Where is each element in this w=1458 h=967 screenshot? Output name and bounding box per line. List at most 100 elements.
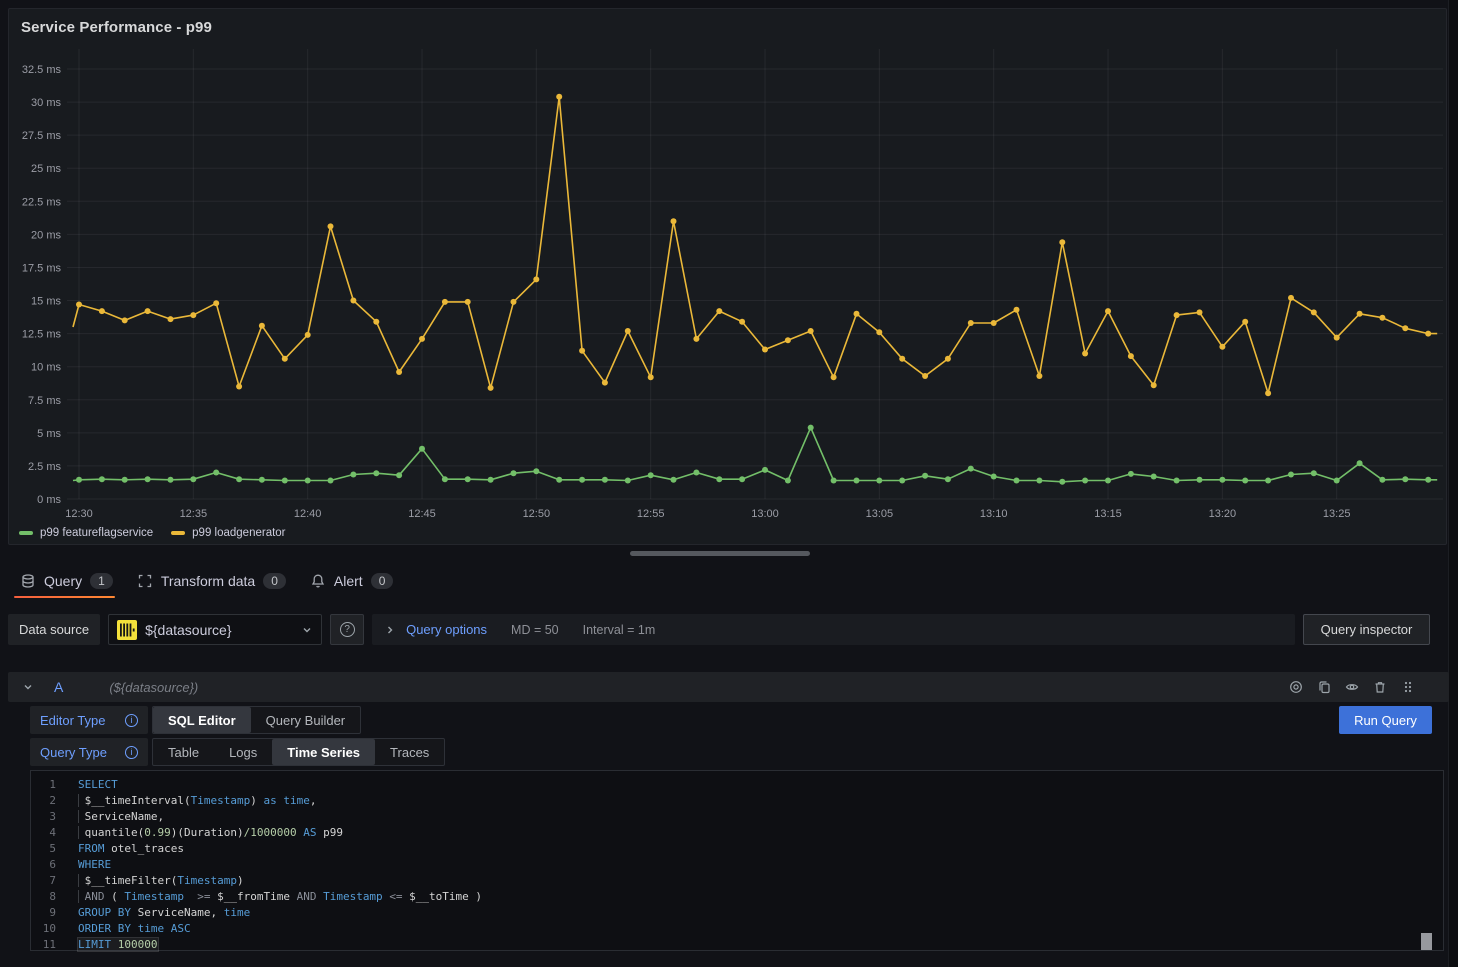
data-point [1402,476,1408,482]
data-point [945,356,951,362]
query-row-header[interactable]: A (${datasource}) [8,672,1449,702]
data-point [1082,478,1088,484]
code-line: 7 $__timeFilter(Timestamp) [31,873,1443,889]
line-number: 5 [31,842,56,855]
run-query-button[interactable]: Run Query [1339,706,1432,734]
data-point [145,308,151,314]
data-point [259,323,265,329]
data-point [1151,382,1157,388]
tab-transform-data[interactable]: Transform data 0 [125,563,298,599]
data-point [1357,311,1363,317]
data-point [76,477,82,483]
data-point [419,446,425,452]
data-point [350,472,356,478]
info-icon[interactable]: i [125,746,138,759]
query-options-md: MD = 50 [511,623,559,637]
query-actions [1289,680,1415,694]
collapse-chevron-icon[interactable] [22,681,34,693]
data-point [465,299,471,305]
data-point [1128,471,1134,477]
data-point [1242,478,1248,484]
info-icon[interactable]: i [125,714,138,727]
data-point [1128,353,1134,359]
editor-type-label: Editor Type [40,713,106,728]
tab-query[interactable]: Query 1 [8,563,125,599]
segment-traces[interactable]: Traces [375,739,444,765]
x-tick-label: 12:50 [523,508,551,520]
code-line: 1SELECT [31,776,1443,792]
horizontal-scrollbar[interactable] [630,551,810,556]
duplicate-query-icon[interactable] [1317,680,1331,694]
legend-item-featureflagservice[interactable]: p99 featureflagservice [19,527,153,539]
query-options-link[interactable]: Query options [406,622,487,637]
data-point [648,374,654,380]
x-tick-label: 12:55 [637,508,665,520]
chevron-right-icon[interactable] [384,624,396,636]
data-point [1219,344,1225,350]
data-point [808,328,814,334]
y-tick-label: 32.5 ms [22,64,62,76]
panel-title: Service Performance - p99 [21,19,212,36]
data-point [373,470,379,476]
tab-count-badge: 1 [90,573,113,589]
data-point [1265,390,1271,396]
code-line: 10ORDER BY time ASC [31,921,1443,937]
data-point [854,311,860,317]
tab-alert[interactable]: Alert 0 [298,563,405,599]
editor-type-label-box: Editor Type i [30,706,148,734]
data-point [99,476,105,482]
data-point [922,473,928,479]
data-point [122,477,128,483]
code-line: 6WHERE [31,856,1443,872]
data-point [488,385,494,391]
editor-tabs: Query 1 Transform data 0 Alert 0 [0,563,1448,599]
segment-logs[interactable]: Logs [214,739,272,765]
datasource-picker[interactable]: ${datasource} [108,614,322,645]
page-scrollbar-track[interactable] [1448,0,1458,967]
data-point [213,470,219,476]
data-point [876,478,882,484]
segment-query-builder[interactable]: Query Builder [251,707,360,733]
data-point [693,470,699,476]
data-point [808,425,814,431]
legend-item-loadgenerator[interactable]: p99 loadgenerator [171,527,285,539]
data-point [1036,478,1042,484]
sql-editor[interactable]: 1SELECT2 $__timeInterval(Timestamp) as t… [30,770,1444,951]
data-point [1059,239,1065,245]
data-point [968,320,974,326]
data-point [1265,478,1271,484]
data-point [579,348,585,354]
data-point [991,320,997,326]
query-history-icon[interactable] [1289,680,1303,694]
y-tick-label: 17.5 ms [22,262,62,274]
query-inspector-button[interactable]: Query inspector [1303,614,1430,645]
delete-query-trash-icon[interactable] [1373,680,1387,694]
segment-sql-editor[interactable]: SQL Editor [153,707,251,733]
segment-table[interactable]: Table [153,739,214,765]
data-point [1036,373,1042,379]
drag-handle-icon[interactable] [1401,680,1415,694]
data-point [831,374,837,380]
editor-scrollbar-thumb[interactable] [1421,933,1432,950]
x-tick-label: 13:00 [751,508,779,520]
data-point [1174,312,1180,318]
data-point [716,476,722,482]
code-line: 4 quantile(0.99)(Duration)/1000000 AS p9… [31,824,1443,840]
data-point [1105,308,1111,314]
data-point [602,380,608,386]
line-number: 11 [31,938,56,951]
line-content: GROUP BY ServiceName, time [78,906,250,919]
datasource-label: Data source [8,614,100,645]
segment-time-series[interactable]: Time Series [272,739,375,765]
data-point [1014,307,1020,313]
hide-query-eye-icon[interactable] [1345,680,1359,694]
x-tick-label: 12:40 [294,508,322,520]
datasource-help-button[interactable]: ? [330,614,364,645]
x-tick-label: 13:10 [980,508,1008,520]
legend-swatch-green [19,531,33,535]
line-content: FROM otel_traces [78,842,184,855]
data-point [1174,478,1180,484]
tab-label: Alert [334,573,363,589]
data-point [1379,315,1385,321]
query-datasource-hint: (${datasource}) [109,680,198,695]
